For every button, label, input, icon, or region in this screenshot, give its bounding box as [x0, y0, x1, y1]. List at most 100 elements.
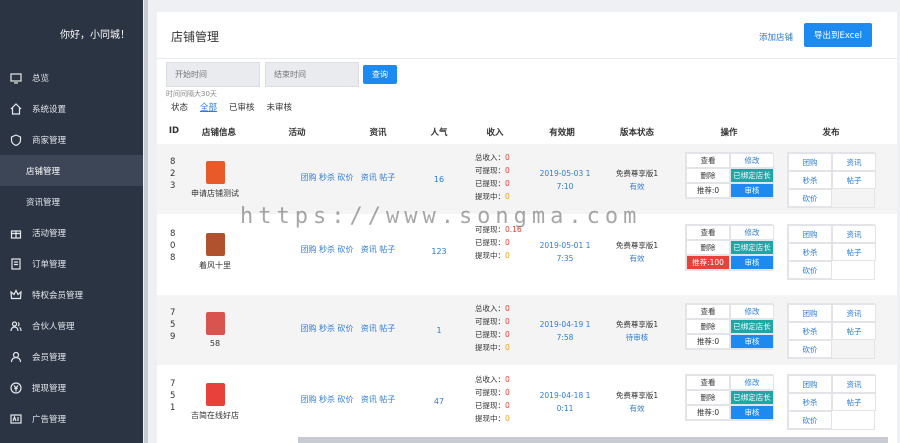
- view-button[interactable]: 查看: [686, 153, 730, 168]
- horizontal-scrollbar[interactable]: [298, 437, 888, 443]
- view-button[interactable]: 查看: [686, 225, 730, 240]
- end-date-input[interactable]: [265, 62, 359, 87]
- version-status: 免费尊享版1 有效: [615, 241, 659, 263]
- activity-links[interactable]: 团购 秒杀 砍价: [297, 323, 357, 334]
- sidebar-item-6[interactable]: 订单管理: [0, 248, 143, 279]
- publish-news[interactable]: 资讯: [832, 375, 876, 393]
- edit-button[interactable]: 修改: [730, 304, 774, 319]
- col-publish: 发布: [822, 128, 840, 138]
- publish-bargain[interactable]: 砍价: [788, 189, 832, 207]
- store-thumbnail[interactable]: [206, 383, 225, 406]
- add-store-link[interactable]: 添加店铺: [759, 31, 793, 43]
- sidebar-item-11[interactable]: 广告管理: [0, 403, 143, 434]
- col-version: 版本状态: [619, 128, 655, 138]
- start-date-input[interactable]: [166, 62, 260, 87]
- recommend-button[interactable]: 推荐:0: [686, 183, 730, 198]
- edit-button[interactable]: 修改: [730, 153, 774, 168]
- publish-post[interactable]: 帖子: [832, 171, 876, 189]
- date-hint: 时间间隔大30天: [166, 90, 217, 98]
- operation-buttons: 查看 修改 删除 已绑定店长 推荐:100 审核: [685, 224, 774, 271]
- delete-button[interactable]: 删除: [686, 390, 730, 405]
- validity: 2019-04-18 1 0:11: [539, 391, 591, 413]
- edit-button[interactable]: 修改: [730, 375, 774, 390]
- sidebar-item-7[interactable]: 特权会员管理: [0, 279, 143, 310]
- bound-manager-button[interactable]: 已绑定店长: [730, 319, 774, 334]
- income-line: 提现中：0: [475, 414, 510, 423]
- status-tab-pending[interactable]: 未审核: [267, 101, 293, 113]
- news-links[interactable]: 资讯 帖子: [358, 172, 398, 183]
- news-links[interactable]: 资讯 帖子: [358, 244, 398, 255]
- status-tab-approved[interactable]: 已审核: [229, 101, 255, 113]
- sidebar-item-8[interactable]: 合伙人管理: [0, 310, 143, 341]
- activity-links[interactable]: 团购 秒杀 砍价: [297, 244, 357, 255]
- publish-news[interactable]: 资讯: [832, 304, 876, 322]
- delete-button[interactable]: 删除: [686, 240, 730, 255]
- sidebar-menu: 总览 系统设置 商家管理 店铺管理 资讯管理 活动管理订单管理特权会员管理 合伙人管理 会员管…: [0, 62, 143, 434]
- view-button[interactable]: 查看: [686, 375, 730, 390]
- search-button[interactable]: 查询: [363, 65, 397, 84]
- sidebar-item-4[interactable]: 资讯管理: [0, 186, 143, 217]
- bound-manager-button[interactable]: 已绑定店长: [730, 168, 774, 183]
- sidebar-item-1[interactable]: 系统设置: [0, 93, 143, 124]
- view-button[interactable]: 查看: [686, 304, 730, 319]
- sidebar-item-5[interactable]: 活动管理: [0, 217, 143, 248]
- publish-bargain[interactable]: 砍价: [788, 261, 832, 279]
- review-button[interactable]: 审核: [730, 183, 774, 198]
- edit-button[interactable]: 修改: [730, 225, 774, 240]
- sidebar-item-2[interactable]: 商家管理: [0, 124, 143, 155]
- publish-news[interactable]: 资讯: [832, 225, 876, 243]
- publish-groupbuy[interactable]: 团购: [788, 375, 832, 393]
- publish-news[interactable]: 资讯: [832, 153, 876, 171]
- sidebar-item-3[interactable]: 店铺管理: [0, 155, 143, 186]
- publish-flashsale[interactable]: 秒杀: [788, 393, 832, 411]
- user-icon: [10, 351, 22, 363]
- review-button[interactable]: 审核: [730, 334, 774, 349]
- monitor-icon: [10, 72, 22, 84]
- publish-groupbuy[interactable]: 团购: [788, 153, 832, 171]
- document-icon: [10, 257, 22, 270]
- bound-manager-button[interactable]: 已绑定店长: [730, 240, 774, 255]
- publish-groupbuy[interactable]: 团购: [788, 225, 832, 243]
- publish-groupbuy[interactable]: 团购: [788, 304, 832, 322]
- delete-button[interactable]: 删除: [686, 168, 730, 183]
- publish-post[interactable]: 帖子: [832, 393, 876, 411]
- store-thumbnail[interactable]: [206, 233, 225, 256]
- sidebar-item-0[interactable]: 总览: [0, 62, 143, 93]
- store-thumbnail[interactable]: [206, 161, 225, 184]
- review-button[interactable]: 审核: [730, 405, 774, 420]
- publish-post[interactable]: 帖子: [832, 322, 876, 340]
- publish-post[interactable]: 帖子: [832, 243, 876, 261]
- sidebar-item-9[interactable]: 会员管理: [0, 341, 143, 372]
- sidebar-item-label: 订单管理: [32, 259, 67, 270]
- popularity: 1: [436, 326, 442, 335]
- row-id: 823: [170, 157, 176, 191]
- sidebar-scrollbar[interactable]: [144, 0, 148, 443]
- col-validity: 有效期: [549, 128, 575, 138]
- bound-manager-button[interactable]: 已绑定店长: [730, 390, 774, 405]
- publish-flashsale[interactable]: 秒杀: [788, 243, 832, 261]
- recommend-button[interactable]: 推荐:100: [686, 255, 730, 270]
- ad-icon: [10, 413, 22, 425]
- yen-icon: [10, 381, 22, 394]
- publish-flashsale[interactable]: 秒杀: [788, 322, 832, 340]
- publish-flashsale[interactable]: 秒杀: [788, 171, 832, 189]
- income-line: 已提现：0: [475, 179, 510, 188]
- publish-bargain[interactable]: 砍价: [788, 340, 832, 358]
- recommend-button[interactable]: 推荐:0: [686, 405, 730, 420]
- crown-icon: [10, 288, 22, 301]
- sidebar-item-10[interactable]: 提现管理: [0, 372, 143, 403]
- status-tab-all[interactable]: 全部: [200, 101, 217, 113]
- recommend-button[interactable]: 推荐:0: [686, 334, 730, 349]
- activity-links[interactable]: 团购 秒杀 砍价: [297, 394, 357, 405]
- income-line: 可提现：0: [475, 388, 510, 397]
- store-name: 吉简在线好店: [191, 411, 239, 420]
- export-excel-button[interactable]: 导出到Excel: [804, 23, 872, 47]
- divider: [157, 58, 897, 59]
- review-button[interactable]: 审核: [730, 255, 774, 270]
- activity-links[interactable]: 团购 秒杀 砍价: [297, 172, 357, 183]
- store-thumbnail[interactable]: [206, 312, 225, 335]
- news-links[interactable]: 资讯 帖子: [358, 394, 398, 405]
- news-links[interactable]: 资讯 帖子: [358, 323, 398, 334]
- delete-button[interactable]: 删除: [686, 319, 730, 334]
- publish-bargain[interactable]: 砍价: [788, 411, 832, 429]
